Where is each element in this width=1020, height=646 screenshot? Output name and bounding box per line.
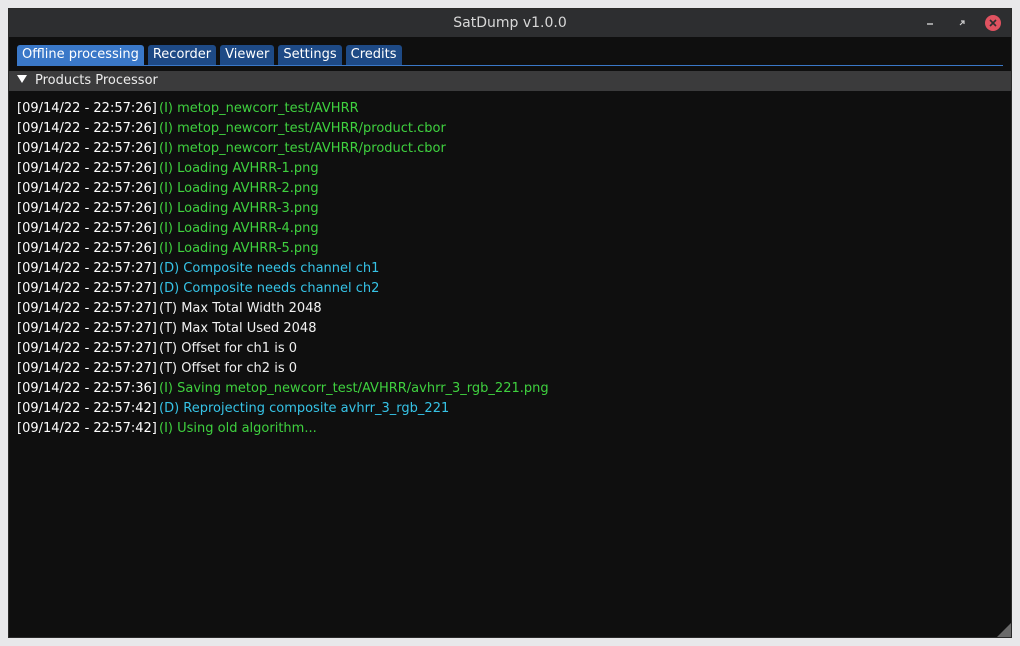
log-timestamp: [09/14/22 - 22:57:27] [17,281,157,296]
log-message: (I) metop_newcorr_test/AVHRR [159,101,359,116]
log-message: (D) Composite needs channel ch2 [159,281,380,296]
log-message: (T) Offset for ch2 is 0 [159,361,297,376]
log-timestamp: [09/14/22 - 22:57:26] [17,141,157,156]
log-entry: [09/14/22 - 22:57:26] (I) Loading AVHRR-3… [17,199,1003,219]
log-message: (I) metop_newcorr_test/AVHRR/product.cbo… [159,121,446,136]
window-title: SatDump v1.0.0 [453,15,567,31]
restore-icon[interactable] [953,14,971,32]
log-message: (I) Loading AVHRR-3.png [159,201,319,216]
log-entry: [09/14/22 - 22:57:26] (I) Loading AVHRR-4… [17,219,1003,239]
log-timestamp: [09/14/22 - 22:57:26] [17,241,157,256]
log-message: (D) Reprojecting composite avhrr_3_rgb_2… [159,401,450,416]
log-entry: [09/14/22 - 22:57:42] (D) Reprojecting co… [17,399,1003,419]
log-message: (I) metop_newcorr_test/AVHRR/product.cbo… [159,141,446,156]
tab-underline [17,65,1003,66]
tab-credits[interactable]: Credits [345,45,402,65]
log-output[interactable]: [09/14/22 - 22:57:26] (I) metop_newcorr_t… [17,99,1003,439]
app-window: SatDump v1.0.0 Offline processing Record… [8,8,1012,638]
tab-recorder[interactable]: Recorder [147,45,217,65]
log-timestamp: [09/14/22 - 22:57:27] [17,341,157,356]
log-entry: [09/14/22 - 22:57:26] (I) metop_newcorr_t… [17,119,1003,139]
log-message: (I) Loading AVHRR-2.png [159,181,319,196]
log-message: (I) Using old algorithm... [159,421,317,436]
log-entry: [09/14/22 - 22:57:27] (D) Composite needs… [17,279,1003,299]
log-timestamp: [09/14/22 - 22:57:26] [17,161,157,176]
log-entry: [09/14/22 - 22:57:26] (I) metop_newcorr_t… [17,139,1003,159]
log-message: (I) Saving metop_newcorr_test/AVHRR/avhr… [159,381,549,396]
log-timestamp: [09/14/22 - 22:57:26] [17,201,157,216]
log-timestamp: [09/14/22 - 22:57:26] [17,101,157,116]
log-timestamp: [09/14/22 - 22:57:27] [17,301,157,316]
log-message: (D) Composite needs channel ch1 [159,261,380,276]
log-timestamp: [09/14/22 - 22:57:42] [17,421,157,436]
tab-offline-processing[interactable]: Offline processing [17,45,144,65]
log-timestamp: [09/14/22 - 22:57:27] [17,321,157,336]
tab-viewer[interactable]: Viewer [220,45,275,65]
log-entry: [09/14/22 - 22:57:26] (I) Loading AVHRR-5… [17,239,1003,259]
tab-settings[interactable]: Settings [278,45,342,65]
log-message: (I) Loading AVHRR-4.png [159,221,319,236]
resize-grip-icon[interactable] [997,623,1011,637]
title-bar[interactable]: SatDump v1.0.0 [9,9,1011,37]
products-processor-header[interactable]: Products Processor [9,71,1011,91]
log-message: (T) Max Total Used 2048 [159,321,317,336]
log-timestamp: [09/14/22 - 22:57:36] [17,381,157,396]
log-timestamp: [09/14/22 - 22:57:27] [17,261,157,276]
tab-bar: Offline processing Recorder Viewer Setti… [17,45,402,65]
log-entry: [09/14/22 - 22:57:27] (D) Composite needs… [17,259,1003,279]
log-message: (T) Max Total Width 2048 [159,301,322,316]
log-message: (I) Loading AVHRR-5.png [159,241,319,256]
close-icon[interactable] [985,15,1001,31]
log-message: (I) Loading AVHRR-1.png [159,161,319,176]
log-entry: [09/14/22 - 22:57:27] (T) Offset for ch1 … [17,339,1003,359]
log-entry: [09/14/22 - 22:57:27] (T) Max Total Used … [17,319,1003,339]
log-message: (T) Offset for ch1 is 0 [159,341,297,356]
collapse-arrow-icon[interactable] [17,71,27,91]
log-entry: [09/14/22 - 22:57:26] (I) Loading AVHRR-1… [17,159,1003,179]
log-timestamp: [09/14/22 - 22:57:26] [17,181,157,196]
log-entry: [09/14/22 - 22:57:26] (I) metop_newcorr_t… [17,99,1003,119]
minimize-icon[interactable] [921,14,939,32]
log-entry: [09/14/22 - 22:57:26] (I) Loading AVHRR-2… [17,179,1003,199]
main-content: Offline processing Recorder Viewer Setti… [9,37,1011,637]
log-timestamp: [09/14/22 - 22:57:26] [17,221,157,236]
log-entry: [09/14/22 - 22:57:27] (T) Offset for ch2 … [17,359,1003,379]
log-entry: [09/14/22 - 22:57:42] (I) Using old algor… [17,419,1003,439]
log-entry: [09/14/22 - 22:57:27] (T) Max Total Width… [17,299,1003,319]
section-title: Products Processor [35,73,158,88]
log-timestamp: [09/14/22 - 22:57:27] [17,361,157,376]
log-timestamp: [09/14/22 - 22:57:26] [17,121,157,136]
log-timestamp: [09/14/22 - 22:57:42] [17,401,157,416]
log-entry: [09/14/22 - 22:57:36] (I) Saving metop_ne… [17,379,1003,399]
